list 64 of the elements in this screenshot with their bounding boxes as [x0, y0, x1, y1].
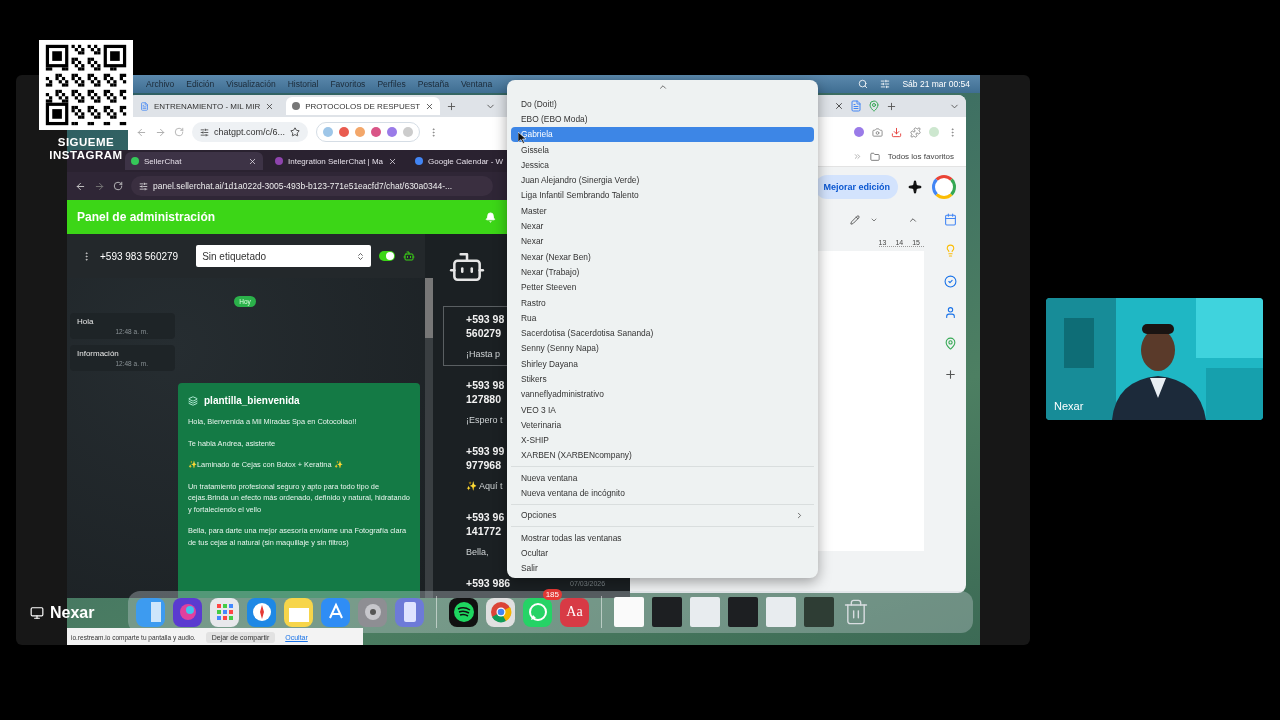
- bookmarks-folder[interactable]: Todos los favoritos: [887, 152, 954, 161]
- contact-number: +593 99: [466, 445, 505, 457]
- contact-phone: +593 983 560279: [100, 250, 179, 262]
- menu-item[interactable]: Stikers: [511, 371, 814, 387]
- browser-tab[interactable]: ENTRENAMIENTO - MIL MIR: [134, 97, 281, 115]
- menu-item[interactable]: Salir: [511, 560, 814, 576]
- menu-item[interactable]: Gabriela: [511, 126, 814, 142]
- message-preview: ¡Espero t: [466, 415, 503, 425]
- menu-item[interactable]: Master: [511, 203, 814, 219]
- contact-number: +593 98: [466, 313, 505, 325]
- menu-item[interactable]: Nueva ventana de incógnito: [511, 485, 814, 501]
- contact-number: 127880: [466, 393, 502, 405]
- contact-number: +593 986: [466, 577, 511, 589]
- browser-tab[interactable]: Integration SellerChat | Ma: [269, 152, 403, 170]
- menu-item[interactable]: Jessica: [511, 157, 814, 173]
- menu-item[interactable]: Veterinaria: [511, 417, 814, 433]
- menu-item[interactable]: Nexar: [511, 218, 814, 234]
- browser-tab[interactable]: SellerChat: [125, 152, 263, 170]
- improve-edit-button[interactable]: Mejorar edición: [815, 175, 898, 199]
- message-preview: ¡Hasta p: [466, 349, 500, 359]
- notification-count: 185: [542, 588, 562, 600]
- menu-item[interactable]: Do (Doit!): [511, 96, 814, 112]
- menu-item[interactable]: Rua: [511, 310, 814, 326]
- contact-number: +593 98: [466, 379, 505, 391]
- presenter-name: Nexar: [50, 604, 95, 622]
- browser-tab[interactable]: Google Calendar - W: [409, 152, 510, 170]
- tag-select[interactable]: Sin etiquetado: [196, 245, 372, 267]
- menu-item[interactable]: EBO (EBO Moda): [511, 111, 814, 127]
- contact-number: 141772: [466, 525, 502, 537]
- menu-item[interactable]: Liga Infantil Sembrando Talento: [511, 187, 814, 204]
- menu-item[interactable]: XARBEN (XARBENcompany): [511, 447, 814, 464]
- menu-item[interactable]: Nexar: [511, 233, 814, 249]
- address-field[interactable]: chatgpt.com/c/6...: [192, 122, 309, 142]
- menu-item[interactable]: Juan Alejandro (Sinergia Verde): [511, 172, 814, 188]
- menu-item[interactable]: VEO 3 IA: [511, 401, 814, 418]
- message-text: Hola: [77, 317, 95, 326]
- menu-item[interactable]: Petter Steeven: [511, 279, 814, 295]
- menu-item[interactable]: Opciones: [511, 507, 814, 523]
- contact-number: 560279: [466, 327, 502, 339]
- menu-item[interactable]: Nueva ventana: [511, 470, 814, 486]
- menu-item[interactable]: Nexar (Nexar Ben): [511, 248, 814, 265]
- message-text: Información: [77, 349, 120, 358]
- menu-item[interactable]: vanneflyadministrativo: [511, 386, 814, 402]
- contact-number: 977968: [466, 459, 502, 471]
- menu-item[interactable]: Mostrar todas las ventanas: [511, 530, 814, 546]
- message-preview: Bella,: [466, 547, 489, 557]
- menu-item[interactable]: Senny (Senny Napa): [511, 340, 814, 357]
- contact-number: +593 96: [466, 511, 505, 523]
- clock: Sáb 21 mar 00:54: [902, 79, 970, 89]
- template-name: plantilla_bienvenida: [204, 395, 300, 406]
- panel-title: Panel de administración: [77, 210, 216, 224]
- menu-item[interactable]: Nexar (Trabajo): [511, 264, 814, 280]
- qr-caption: SIGUEME INSTAGRAM: [48, 136, 124, 162]
- name-tag: Nexar: [1054, 400, 1084, 412]
- address-field[interactable]: panel.sellerchat.ai/1d1a022d-3005-493b-b123-771e51eacfd7/chat/630a0344-...: [131, 176, 493, 196]
- menu-item[interactable]: X-SHIP: [511, 432, 814, 448]
- menu-item[interactable]: Gissela: [511, 141, 814, 158]
- message-preview: ✨ Aquí t: [466, 481, 503, 491]
- menu-item[interactable]: Sacerdotisa (Sacerdotisa Sananda): [511, 325, 814, 341]
- menu-item[interactable]: Shirley Dayana: [511, 356, 814, 372]
- menu-item[interactable]: Rastro: [511, 294, 814, 311]
- browser-tab[interactable]: PROTOCOLOS DE RESPUEST: [286, 97, 441, 115]
- dictionary-icon[interactable]: Aa: [560, 597, 589, 627]
- menu-item[interactable]: Ocultar: [511, 545, 814, 561]
